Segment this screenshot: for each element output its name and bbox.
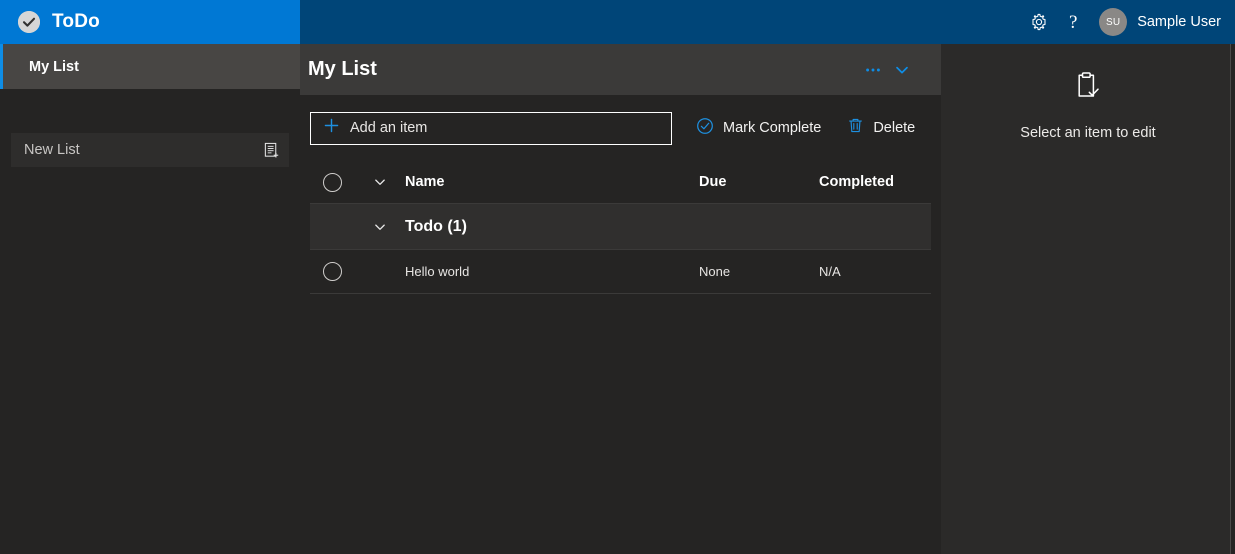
column-header-name[interactable]: Name (405, 174, 699, 190)
expand-all-toggle[interactable] (354, 174, 405, 190)
page-title: My List (308, 58, 377, 80)
header-right-actions: ? SU Sample User (300, 0, 1235, 44)
item-toolbar: Add an item Mark Complete Delete (300, 95, 941, 161)
add-item-input[interactable]: Add an item (310, 111, 672, 145)
column-header-completed[interactable]: Completed (819, 174, 931, 190)
detail-panel: Select an item to edit (941, 44, 1235, 554)
plus-icon (323, 117, 340, 139)
table-group-row[interactable]: Todo (1) (310, 204, 931, 250)
detail-empty-message: Select an item to edit (1020, 125, 1156, 141)
ellipsis-icon[interactable] (860, 57, 886, 83)
window-right-edge (1230, 44, 1235, 554)
add-list-icon[interactable] (263, 142, 280, 159)
sidebar: My List New List (0, 44, 300, 554)
avatar-initials: SU (1105, 16, 1121, 28)
user-name-label: Sample User (1137, 14, 1221, 30)
app-body: My List New List My List Add an item Mar… (0, 44, 1235, 554)
app-title: ToDo (52, 11, 100, 32)
brand-area[interactable]: ToDo (0, 0, 300, 44)
new-list-input[interactable]: New List (24, 142, 263, 158)
list-header-actions (860, 57, 915, 83)
new-list-wrapper: New List (0, 133, 300, 167)
main-content: My List Add an item Mark Complete Delete… (300, 44, 941, 554)
list-header-bar: My List (300, 44, 941, 95)
sidebar-item-label: My List (29, 58, 79, 75)
column-header-due[interactable]: Due (699, 174, 819, 190)
items-table: Name Due Completed Todo (1) Hello world … (310, 161, 931, 294)
gear-icon[interactable] (1022, 5, 1056, 39)
avatar[interactable]: SU (1099, 8, 1128, 36)
chevron-down-icon[interactable] (889, 57, 915, 83)
top-header-bar: ToDo ? SU Sample User (0, 0, 1235, 44)
help-glyph: ? (1068, 11, 1078, 33)
group-label: Todo (1) (405, 217, 467, 235)
new-list-field[interactable]: New List (11, 133, 289, 167)
question-mark-icon[interactable]: ? (1056, 5, 1090, 39)
circle-checkbox-icon (322, 172, 342, 192)
check-circle-icon (18, 11, 40, 33)
trash-icon (847, 117, 864, 139)
sidebar-item-my-list[interactable]: My List (0, 44, 300, 89)
circle-checkbox-icon (322, 262, 342, 281)
row-due-cell: None (699, 264, 731, 279)
mark-complete-label: Mark Complete (723, 120, 822, 136)
table-row[interactable]: Hello world None N/A (310, 250, 931, 294)
delete-button[interactable]: Delete (845, 112, 917, 145)
check-circle-icon (696, 117, 714, 140)
row-name-cell: Hello world (405, 264, 470, 279)
todo-app: ToDo ? SU Sample User My List New List M… (0, 0, 1235, 554)
clipboard-check-icon (1071, 70, 1105, 109)
group-collapse-toggle[interactable] (354, 219, 405, 235)
mark-complete-button[interactable]: Mark Complete (694, 112, 823, 145)
delete-label: Delete (873, 120, 916, 136)
table-header-row: Name Due Completed (310, 161, 931, 204)
row-completed-cell: N/A (819, 264, 841, 279)
select-all-checkbox[interactable] (310, 172, 354, 192)
row-checkbox[interactable] (310, 262, 354, 281)
add-item-label: Add an item (350, 120, 428, 136)
